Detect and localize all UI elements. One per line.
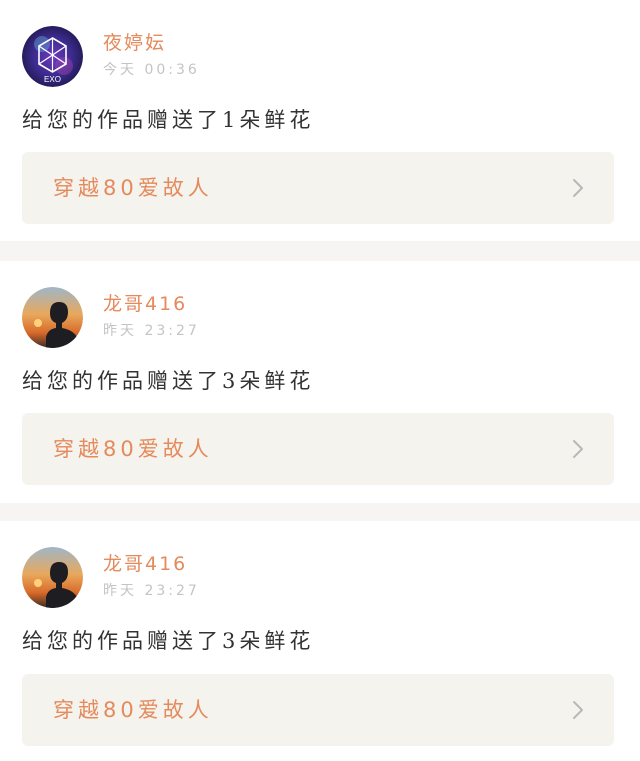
user-avatar[interactable] (22, 547, 83, 608)
section-divider (0, 503, 640, 521)
work-title: 穿越80爱故人 (53, 437, 213, 461)
exo-logo-icon: EXO (22, 26, 83, 87)
work-title: 穿越80爱故人 (53, 698, 213, 722)
gift-message: 给您的作品赠送了3朵鲜花 (22, 629, 315, 653)
work-link-button[interactable]: 穿越80爱故人 (22, 413, 614, 485)
timestamp: 昨天 23:27 (103, 323, 200, 339)
user-avatar[interactable]: EXO (22, 26, 83, 87)
sunset-portrait-icon (22, 287, 83, 348)
svg-text:EXO: EXO (44, 75, 61, 84)
notification-card: 龙哥416 昨天 23:27 给您的作品赠送了3朵鲜花 穿越80爱故人 (0, 521, 640, 761)
work-link-button[interactable]: 穿越80爱故人 (22, 152, 614, 224)
notification-card: EXO 夜婷妘 今天 00:36 给您的作品赠送了1朵鲜花 穿越80爱故人 (0, 0, 640, 241)
chevron-right-icon (573, 440, 583, 458)
work-link-button[interactable]: 穿越80爱故人 (22, 674, 614, 746)
gift-message: 给您的作品赠送了1朵鲜花 (22, 108, 315, 132)
timestamp: 今天 00:36 (103, 62, 200, 78)
username[interactable]: 夜婷妘 (103, 30, 166, 56)
sunset-portrait-icon (22, 547, 83, 608)
gift-message: 给您的作品赠送了3朵鲜花 (22, 369, 315, 393)
section-divider (0, 241, 640, 261)
work-title: 穿越80爱故人 (53, 176, 213, 200)
chevron-right-icon (573, 701, 583, 719)
chevron-right-icon (573, 179, 583, 197)
username[interactable]: 龙哥416 (103, 291, 187, 317)
gift-notification-feed: EXO 夜婷妘 今天 00:36 给您的作品赠送了1朵鲜花 穿越80爱故人 龙哥… (0, 0, 640, 761)
user-avatar[interactable] (22, 287, 83, 348)
notification-card: 龙哥416 昨天 23:27 给您的作品赠送了3朵鲜花 穿越80爱故人 (0, 261, 640, 503)
timestamp: 昨天 23:27 (103, 583, 200, 599)
username[interactable]: 龙哥416 (103, 551, 187, 577)
